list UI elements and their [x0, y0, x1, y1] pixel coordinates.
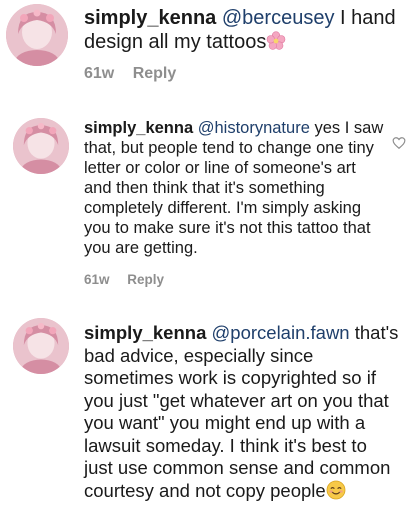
avatar[interactable] — [13, 318, 69, 374]
reply-button[interactable]: Reply — [133, 65, 177, 82]
profile-photo-icon — [13, 318, 69, 374]
comment-meta: 61w Reply — [84, 65, 176, 83]
heart-icon[interactable] — [392, 136, 406, 150]
profile-photo-icon — [6, 4, 68, 66]
comment-mention[interactable]: @porcelain.fawn — [212, 322, 350, 343]
avatar[interactable] — [13, 118, 69, 174]
comment-username[interactable]: simply_kenna — [84, 7, 216, 29]
comment-text: simply_kenna @berceusey I hand design al… — [84, 6, 409, 57]
comment-timestamp: 61w — [84, 65, 114, 82]
comment-mention[interactable]: @berceusey — [222, 7, 335, 29]
comment-mention[interactable]: @historynature — [198, 119, 310, 137]
comment-body: yes I saw that, but people tend to chang… — [84, 119, 383, 257]
comment-meta: 61w Reply — [84, 272, 164, 287]
comment-body: that's bad advice, especially since some… — [84, 322, 398, 501]
cherry-blossom-icon — [266, 31, 286, 57]
avatar[interactable] — [6, 4, 68, 66]
comment-username[interactable]: simply_kenna — [84, 119, 193, 137]
comment-timestamp: 61w — [84, 272, 110, 287]
comment-text: simply_kenna @historynature yes I saw th… — [84, 118, 384, 258]
smiling-face-icon — [326, 480, 346, 505]
reply-button[interactable]: Reply — [127, 272, 164, 287]
profile-photo-icon — [13, 118, 69, 174]
comment-text: simply_kenna @porcelain.fawn that's bad … — [84, 322, 399, 505]
comment-username[interactable]: simply_kenna — [84, 322, 206, 343]
